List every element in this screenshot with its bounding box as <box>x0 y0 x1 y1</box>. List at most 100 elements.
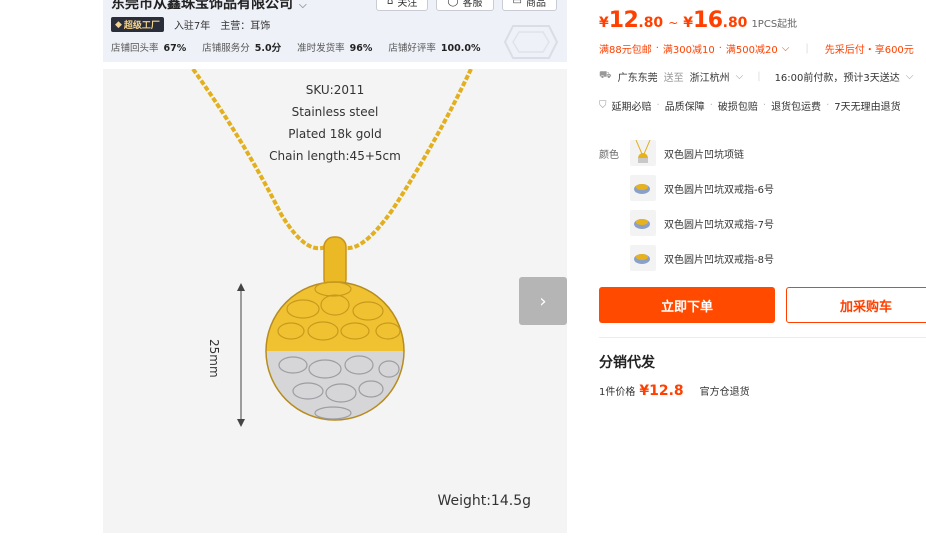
price-range: ¥12.80 ~ ¥16.80 1PCS起批 <box>599 8 797 33</box>
divider-bar: | <box>805 43 809 54</box>
chevron-down-icon[interactable]: ⌵ <box>782 43 790 54</box>
service-guarantees: ⛉ 延期必赔 · 品质保障 · 破损包赔 · 退货包运费 · 7天无理由退货 <box>599 98 901 113</box>
stat-service-score: 店铺服务分 5.0分 <box>202 40 281 54</box>
shipping-row: ⛟ 广东东莞 送至 浙江杭州 ⌵ | 16:00前付款，预计3天送达 ⌵ <box>599 69 913 84</box>
store-info-line: ◆ 超级工厂 入驻7年 主营：耳饰 <box>111 17 270 32</box>
promo-dot: · <box>655 43 659 54</box>
stat-label: 店铺好评率 <box>388 43 436 54</box>
store-header: 东莞市从鑫珠宝饰品有限公司 ⌵ ⌂ 关注 ◯ 客服 ▭ 商品 ◆ 超级工厂 入驻7年 主营… <box>103 0 567 62</box>
stat-repurchase: 店铺回头率 67% <box>111 40 186 54</box>
customer-service-label: 客服 <box>462 0 483 9</box>
service-item: 品质保障 <box>664 102 705 113</box>
super-factory-badge: ◆ 超级工厂 <box>111 17 164 32</box>
chat-icon: ◯ <box>447 0 459 7</box>
service-item: 退货包运费 <box>771 102 822 113</box>
chevron-right-icon: › <box>539 290 547 312</box>
promo-free-shipping: 满88元包邮 <box>599 45 652 56</box>
stat-value: 100.0% <box>440 43 481 54</box>
price-high-dec: .80 <box>722 15 748 31</box>
color-option[interactable]: 双色圆片凹坑双戒指-8号 <box>630 243 774 273</box>
service-item: 破损包赔 <box>717 102 758 113</box>
promo-discount-b: 满500减20 <box>725 45 778 56</box>
currency-symbol: ¥ <box>599 15 609 31</box>
follow-label: 关注 <box>397 0 418 9</box>
image-material-text: Stainless steel <box>291 105 379 119</box>
dot-separator: · <box>762 100 767 111</box>
store-name-text[interactable]: 东莞市从鑫珠宝饰品有限公司 <box>111 0 293 12</box>
image-plating-text: Plated 18k gold <box>288 127 382 141</box>
distribution-price-label: 1件价格 <box>599 387 636 398</box>
stat-value: 5.0分 <box>254 43 282 54</box>
stat-label: 店铺服务分 <box>202 43 250 54</box>
stat-value: 67% <box>163 43 187 54</box>
ring-thumbnail <box>630 210 656 236</box>
color-option[interactable]: 双色圆片凹坑双戒指-6号 <box>630 173 774 203</box>
color-option-label: 双色圆片凹坑双戒指-6号 <box>664 184 774 196</box>
section-divider <box>599 337 926 338</box>
dot-separator: · <box>826 100 830 111</box>
color-option[interactable]: 双色圆片凹坑项链 <box>630 138 744 168</box>
distribution-price: ¥12.8 <box>639 383 684 399</box>
next-image-button[interactable]: › <box>519 277 567 325</box>
stat-label: 店铺回头率 <box>111 43 159 54</box>
ship-from: 广东东莞 <box>617 73 658 84</box>
stat-label: 准时发货率 <box>297 43 345 54</box>
divider-bar: | <box>757 71 761 82</box>
follow-button[interactable]: ⌂ 关注 <box>375 0 429 11</box>
shield-check-icon: ⛉ <box>599 100 607 111</box>
image-weight-text: Weight:14.5g <box>437 493 531 509</box>
dot-separator: · <box>709 100 713 111</box>
distribution-title: 分销代发 <box>599 355 655 371</box>
store-actions: ⌂ 关注 ◯ 客服 ▭ 商品 <box>375 0 557 11</box>
service-item: 7天无理由退货 <box>834 102 901 113</box>
stat-good-rating: 店铺好评率 100.0% <box>388 40 480 54</box>
distribution-note: 官方仓退货 <box>699 387 750 398</box>
promo-dot: · <box>718 43 722 54</box>
store-main-business: 主营：耳饰 <box>220 21 271 32</box>
color-option-label: 双色圆片凹坑项链 <box>664 149 744 161</box>
buy-now-button[interactable]: 立即下单 <box>599 287 775 323</box>
color-option[interactable]: 双色圆片凹坑双戒指-7号 <box>630 208 774 238</box>
distribution-info: 1件价格 ¥12.8 官方仓退货 <box>599 383 750 399</box>
color-option-label: 双色圆片凹坑双戒指-8号 <box>664 254 774 266</box>
ship-to-label: 送至 <box>663 73 684 84</box>
shop-products-label: 商品 <box>526 0 546 9</box>
store-name[interactable]: 东莞市从鑫珠宝饰品有限公司 ⌵ <box>111 0 307 13</box>
price-high-int: 16 <box>693 8 723 33</box>
shop-products-button[interactable]: ▭ 商品 <box>501 0 557 11</box>
image-diameter-text: 25mm <box>207 339 221 378</box>
chevron-down-icon[interactable]: ⌵ <box>736 71 744 82</box>
delivery-estimate[interactable]: 16:00前付款，预计3天送达 <box>775 69 900 84</box>
min-order-qty: 1PCS起批 <box>751 19 798 30</box>
pay-later-offer[interactable]: 先采后付・享600元 <box>825 41 914 56</box>
price-low-dec: .80 <box>638 15 664 31</box>
ring-thumbnail <box>630 245 656 271</box>
necklace-thumbnail <box>630 140 656 166</box>
service-item: 延期必赔 <box>611 102 652 113</box>
ship-to-destination[interactable]: 浙江杭州 <box>690 69 730 84</box>
chevron-down-icon[interactable]: ⌵ <box>906 71 914 82</box>
color-label: 颜色 <box>599 150 619 161</box>
add-to-cart-button[interactable]: 加采购车 <box>786 287 926 323</box>
shop-icon: ▭ <box>512 0 522 7</box>
dot-separator: · <box>656 100 660 111</box>
currency-symbol-2: ¥ <box>683 15 693 31</box>
ring-thumbnail <box>630 175 656 201</box>
store-logo-icon <box>503 25 559 59</box>
store-stats: 店铺回头率 67% 店铺服务分 5.0分 准时发货率 96% 店铺好评率 100.0% <box>111 40 480 54</box>
image-sku-text: SKU:2011 <box>305 83 365 97</box>
promo-row[interactable]: 满88元包邮 · 满300减10 · 满500减20 ⌵ | 先采后付・享600… <box>599 41 914 56</box>
super-factory-label: 超级工厂 <box>123 21 160 31</box>
color-option-label: 双色圆片凹坑双戒指-7号 <box>664 219 774 231</box>
truck-icon: ⛟ <box>599 70 612 81</box>
price-tilde: ~ <box>668 16 679 30</box>
chevron-down-icon[interactable]: ⌵ <box>299 0 307 11</box>
tag-icon: ⌂ <box>386 0 394 7</box>
image-chain-length-text: Chain length:45+5cm <box>269 149 401 163</box>
customer-service-button[interactable]: ◯ 客服 <box>436 0 494 11</box>
factory-icon: ◆ <box>115 19 122 30</box>
product-main-image[interactable]: SKU:2011 Stainless steel Plated 18k gold… <box>103 69 567 533</box>
stat-ontime-ship: 准时发货率 96% <box>297 40 372 54</box>
price-low-int: 12 <box>608 8 639 33</box>
promo-discount-a: 满300减10 <box>662 45 715 56</box>
